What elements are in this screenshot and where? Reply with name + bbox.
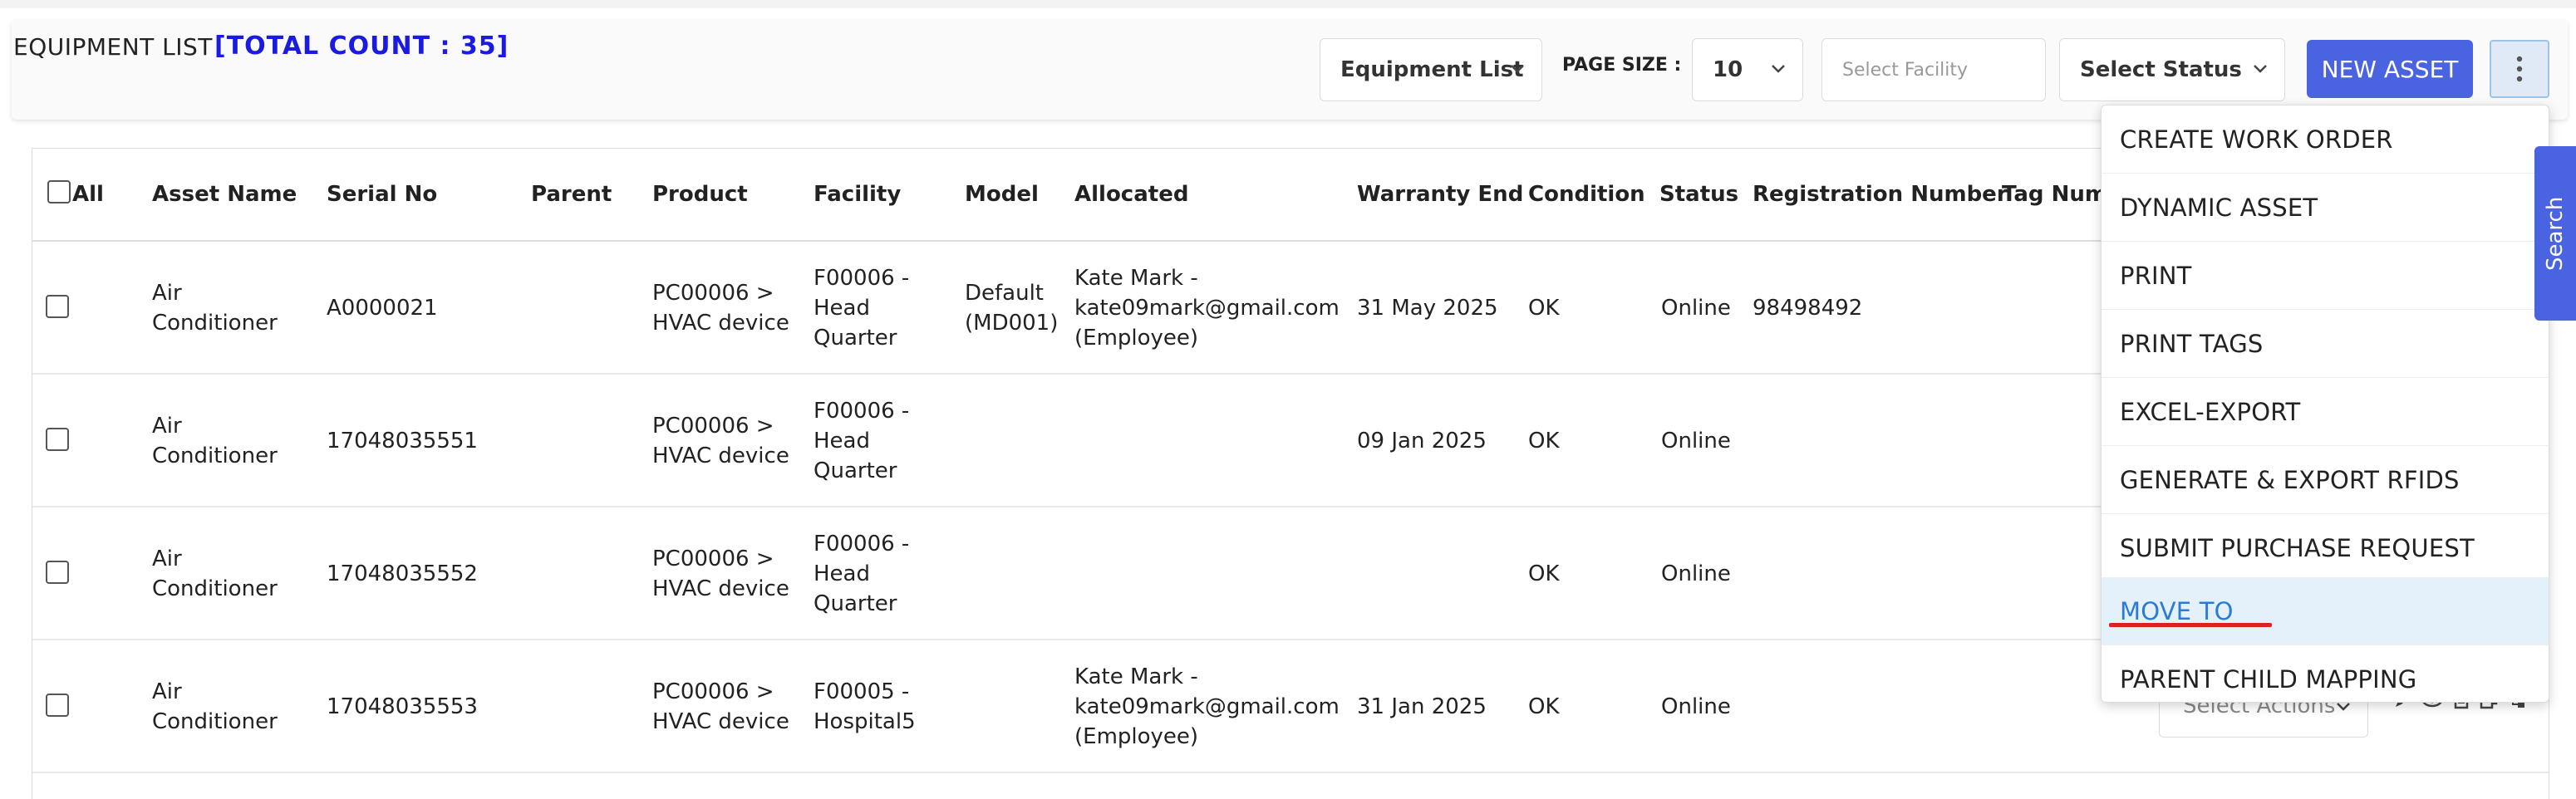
highlight-underline bbox=[2109, 623, 2272, 627]
col-allocated: Allocated bbox=[1074, 182, 1189, 207]
cell-allocated: Kate Mark - kate09mark@gmail.com (Employee… bbox=[1074, 664, 1340, 749]
menu-item-move-to[interactable]: MOVE TO bbox=[2102, 577, 2549, 645]
cell-condition: OK bbox=[1528, 429, 1560, 453]
cell-product: PC00006 > HVAC device bbox=[652, 414, 789, 468]
cell-model: Default (MD001) bbox=[965, 281, 1059, 336]
cell-serial: 17048035551 bbox=[327, 429, 478, 453]
col-product: Product bbox=[652, 182, 748, 207]
cell-facility: F00005 - Hospital5 bbox=[814, 679, 916, 734]
row-checkbox[interactable] bbox=[46, 694, 69, 717]
row-checkbox[interactable] bbox=[46, 561, 69, 584]
kebab-icon bbox=[2516, 56, 2523, 82]
cell-asset-name: Air Conditioner bbox=[152, 679, 278, 734]
cell-registration: 98498492 bbox=[1753, 296, 1863, 321]
cell-warranty-end: 31 May 2025 bbox=[1357, 296, 1498, 321]
menu-item-print[interactable]: PRINT bbox=[2102, 242, 2549, 310]
chevron-down-icon bbox=[2254, 65, 2267, 73]
col-serial-no: Serial No bbox=[327, 182, 438, 207]
cell-asset-name: Air Conditioner bbox=[152, 281, 278, 336]
cell-serial: 17048035553 bbox=[327, 694, 478, 719]
col-registration-number: Registration Number bbox=[1753, 182, 2008, 207]
cell-asset-name: Air Conditioner bbox=[152, 547, 278, 601]
chevron-down-icon bbox=[1772, 65, 1785, 73]
cell-status: Online bbox=[1661, 561, 1731, 586]
search-side-tab[interactable]: Search bbox=[2534, 146, 2576, 321]
cell-warranty-end: 09 Jan 2025 bbox=[1357, 429, 1487, 453]
menu-item-dynamic-asset[interactable]: DYNAMIC ASSET bbox=[2102, 174, 2549, 242]
menu-item-print-tags[interactable]: PRINT TAGS bbox=[2102, 310, 2549, 378]
row-divider bbox=[32, 772, 2549, 773]
cell-condition: OK bbox=[1528, 561, 1560, 586]
search-tab-label: Search bbox=[2543, 196, 2568, 271]
cell-condition: OK bbox=[1528, 694, 1560, 719]
row-checkbox[interactable] bbox=[46, 295, 69, 318]
chevron-down-icon bbox=[1511, 65, 1524, 73]
cell-allocated: Kate Mark - kate09mark@gmail.com (Employee… bbox=[1074, 266, 1340, 350]
menu-item-parent-child-mapping[interactable]: PARENT CHILD MAPPING bbox=[2102, 645, 2549, 702]
new-asset-button[interactable]: NEW ASSET bbox=[2307, 40, 2473, 98]
facility-placeholder: Select Facility bbox=[1842, 59, 1969, 81]
menu-item-generate-export-rfids[interactable]: GENERATE & EXPORT RFIDS bbox=[2102, 446, 2549, 514]
cell-facility: F00006 - Head Quarter bbox=[814, 532, 910, 616]
cell-product: PC00006 > HVAC device bbox=[652, 679, 789, 734]
col-model: Model bbox=[965, 182, 1039, 207]
status-value: Select Status bbox=[2080, 57, 2242, 82]
menu-item-submit-purchase-request[interactable]: SUBMIT PURCHASE REQUEST bbox=[2102, 514, 2549, 582]
more-actions-button[interactable] bbox=[2490, 40, 2549, 98]
cell-product: PC00006 > HVAC device bbox=[652, 281, 789, 336]
col-warranty-end: Warranty End bbox=[1357, 182, 1524, 207]
col-all: All bbox=[72, 182, 104, 207]
cell-serial: 17048035552 bbox=[327, 561, 478, 586]
cell-facility: F00006 - Head Quarter bbox=[814, 399, 910, 483]
cell-status: Online bbox=[1661, 694, 1731, 719]
col-parent: Parent bbox=[531, 182, 612, 207]
status-select[interactable]: Select Status bbox=[2059, 38, 2285, 101]
page-size-label: PAGE SIZE : bbox=[1562, 55, 1682, 76]
more-actions-menu: CREATE WORK ORDER DYNAMIC ASSET PRINT PR… bbox=[2101, 105, 2549, 703]
page-title: EQUIPMENT LIST bbox=[13, 33, 213, 61]
cell-status: Online bbox=[1661, 429, 1731, 453]
cell-asset-name: Air Conditioner bbox=[152, 414, 278, 468]
col-asset-name: Asset Name bbox=[152, 182, 297, 207]
col-facility: Facility bbox=[814, 182, 902, 207]
list-type-select[interactable]: Equipment List bbox=[1320, 38, 1542, 101]
select-all-checkbox[interactable] bbox=[47, 180, 71, 203]
cell-condition: OK bbox=[1528, 296, 1560, 321]
col-condition: Condition bbox=[1528, 182, 1645, 207]
cell-product: PC00006 > HVAC device bbox=[652, 547, 789, 601]
facility-select[interactable]: Select Facility bbox=[1821, 38, 2046, 101]
list-type-value: Equipment List bbox=[1340, 57, 1524, 82]
row-checkbox[interactable] bbox=[46, 428, 69, 451]
page-size-value: 10 bbox=[1713, 57, 1743, 82]
col-status: Status bbox=[1659, 182, 1739, 207]
menu-item-excel-export[interactable]: EXCEL-EXPORT bbox=[2102, 378, 2549, 446]
top-band bbox=[0, 0, 2576, 8]
menu-item-create-work-order[interactable]: CREATE WORK ORDER bbox=[2102, 105, 2549, 174]
cell-status: Online bbox=[1661, 296, 1731, 321]
page-size-select[interactable]: 10 bbox=[1692, 38, 1803, 101]
total-count: [TOTAL COUNT : 35] bbox=[214, 32, 509, 61]
cell-warranty-end: 31 Jan 2025 bbox=[1357, 694, 1487, 719]
cell-facility: F00006 - Head Quarter bbox=[814, 266, 910, 350]
cell-serial: A0000021 bbox=[327, 296, 438, 321]
